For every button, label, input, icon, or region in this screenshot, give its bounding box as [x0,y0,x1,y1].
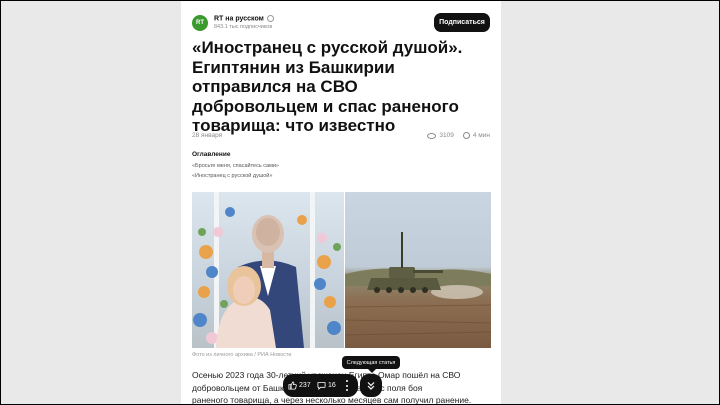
article-title: «Иностранец с русской душой». Египтянин … [192,38,463,135]
browser-viewport: RT RT на русском 843.1 тыс подписчиков П… [1,1,719,404]
channel-logo[interactable]: RT [192,15,208,31]
toc-item[interactable]: «Бросьте меня, спасайтесь сами» [192,163,279,169]
view-count: 3109 [439,132,454,139]
next-article-tooltip: Следующая статья [342,356,400,373]
photo-tank [344,192,491,348]
article-meta: 28 января 3109 4 мин [192,132,490,142]
action-bar: 237 16 [283,374,358,397]
comment-icon [317,381,326,390]
verified-icon [266,15,274,22]
channel-name[interactable]: RT на русском [214,15,274,22]
photo-portrait [192,192,344,348]
portrait-illustration [193,192,341,348]
like-button[interactable]: 237 [288,374,311,397]
like-count: 237 [299,382,311,389]
next-article-button[interactable] [360,374,382,397]
subscribe-button[interactable]: Подписаться [434,13,490,32]
channel-name-label[interactable]: RT на русском [214,15,264,22]
double-chevron-down-icon [367,381,375,390]
tank-illustration [344,232,491,336]
publish-date: 28 января [192,132,223,139]
toc-item[interactable]: «Иностранец с русской душой» [192,173,272,179]
photo-caption: Фото из личного архива / РИА Новости [192,352,292,358]
comments-button[interactable]: 16 [317,374,336,397]
article-stats: 3109 4 мин [427,132,490,139]
clock-icon [462,132,470,139]
eye-icon [427,132,437,139]
read-time: 4 мин [472,132,490,139]
article-photo [192,192,491,348]
thumbs-up-icon [288,381,297,390]
toc-heading: Оглавление [192,151,231,158]
more-options-icon[interactable] [345,380,348,391]
comment-count: 16 [328,382,336,389]
channel-header: RT RT на русском 843.1 тыс подписчиков П… [192,13,490,35]
article-page: RT RT на русском 843.1 тыс подписчиков П… [181,1,501,404]
subscriber-count: 843.1 тыс подписчиков [214,24,273,30]
